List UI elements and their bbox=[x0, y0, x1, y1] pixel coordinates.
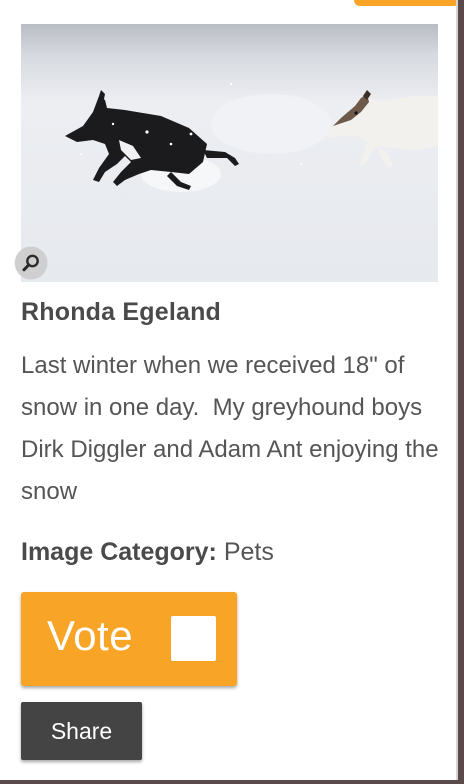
share-button[interactable]: Share bbox=[21, 702, 142, 760]
category-label: Image Category: bbox=[21, 538, 217, 566]
entry-photo[interactable] bbox=[21, 24, 438, 282]
entry-description: Last winter when we received 18" of snow… bbox=[21, 352, 446, 505]
category-value: Pets bbox=[223, 538, 274, 566]
zoom-button[interactable] bbox=[15, 247, 47, 279]
image-category: Image Category: Pets bbox=[21, 538, 274, 567]
vote-button[interactable]: Vote bbox=[21, 592, 237, 686]
top-tab[interactable] bbox=[354, 0, 456, 6]
author-name: Rhonda Egeland bbox=[21, 298, 222, 326]
magnifier-icon bbox=[22, 254, 39, 272]
vote-label: Vote bbox=[47, 612, 134, 659]
entry-card: Rhonda Egeland Last winter when we recei… bbox=[0, 0, 458, 780]
vote-checkbox[interactable] bbox=[171, 616, 216, 661]
snow-dogs-image bbox=[21, 24, 438, 282]
